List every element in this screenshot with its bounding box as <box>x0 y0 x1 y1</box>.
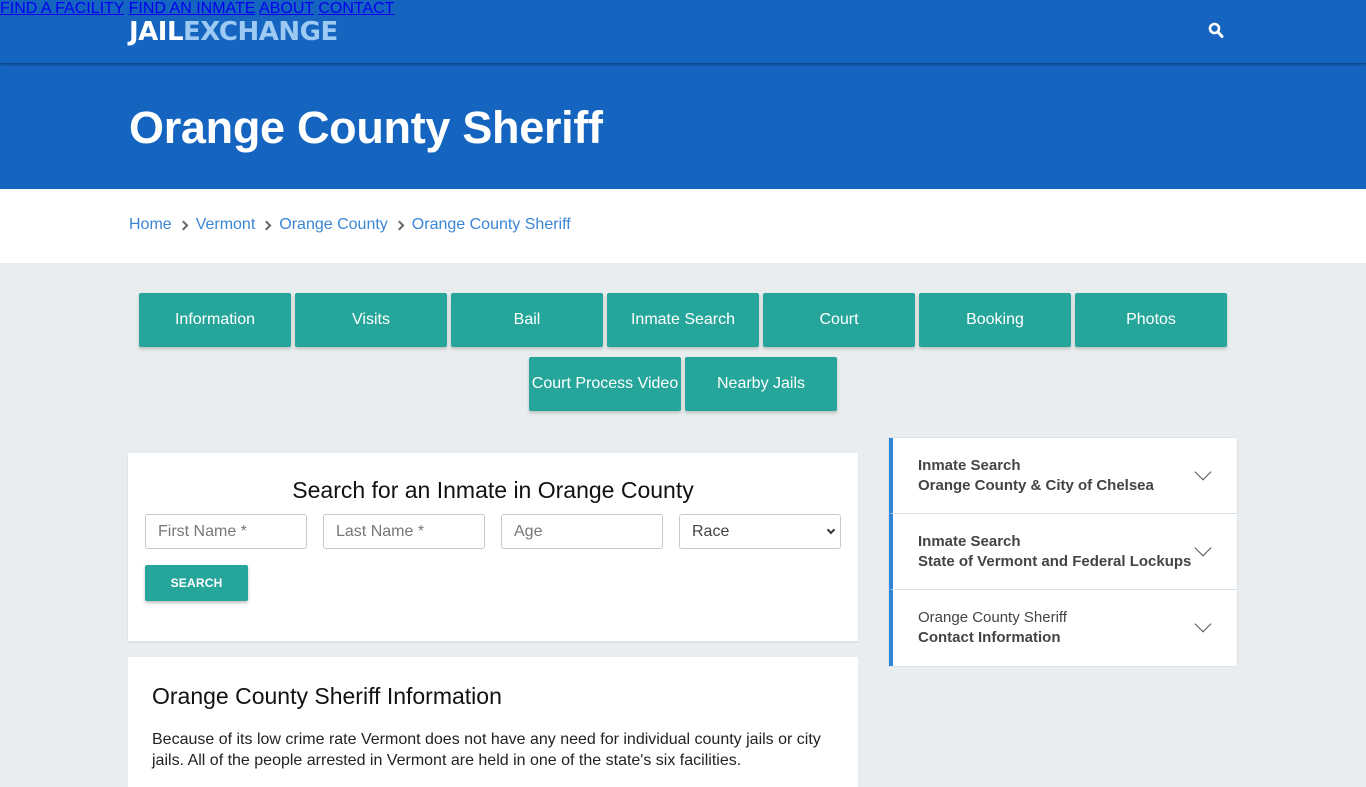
breadcrumb-home[interactable]: Home <box>129 216 172 234</box>
breadcrumb-orange-county[interactable]: Orange County <box>279 216 388 234</box>
tab-booking[interactable]: Booking <box>919 293 1071 347</box>
breadcrumb-vermont[interactable]: Vermont <box>196 216 256 234</box>
breadcrumb: Home Vermont Orange County Orange County… <box>129 216 571 234</box>
tab-information[interactable]: Information <box>139 293 291 347</box>
breadcrumb-bar: Home Vermont Orange County Orange County… <box>0 189 1366 263</box>
last-name-input[interactable] <box>323 514 485 549</box>
search-card-title: Search for an Inmate in Orange County <box>292 477 694 503</box>
chevron-down-icon <box>826 525 836 535</box>
logo-exchange: EXCHANGE <box>183 17 338 47</box>
accordion-item-title: Orange County Sheriff <box>918 609 1067 626</box>
breadcrumb-current[interactable]: Orange County Sheriff <box>412 216 571 234</box>
chevron-down-icon[interactable] <box>1194 539 1212 557</box>
tab-court[interactable]: Court <box>763 293 915 347</box>
accordion-item-county-inmate-search[interactable]: Inmate Search Orange County & City of Ch… <box>889 438 1237 514</box>
accordion-item-subtitle: Orange County & City of Chelsea <box>918 477 1154 494</box>
page-title: Orange County Sheriff <box>129 102 603 153</box>
page-hero: Orange County Sheriff <box>0 64 1366 189</box>
accordion-item-subtitle: State of Vermont and Federal Lockups <box>918 553 1192 570</box>
site-logo[interactable]: JAILEXCHANGE <box>129 15 338 49</box>
inmate-search-card: Search for an Inmate in Orange County Ra… <box>128 453 858 641</box>
search-button[interactable]: SEARCH <box>145 565 248 601</box>
race-select-value: Race <box>692 523 730 540</box>
race-select[interactable]: Race <box>679 514 841 549</box>
chevron-right-icon <box>172 217 196 233</box>
chevron-right-icon <box>255 217 279 233</box>
age-input[interactable] <box>501 514 663 549</box>
accordion-item-contact-information[interactable]: Orange County Sheriff Contact Informatio… <box>889 590 1237 666</box>
accordion-item-title: Inmate Search <box>918 457 1021 474</box>
first-name-input[interactable] <box>145 514 307 549</box>
tab-visits[interactable]: Visits <box>295 293 447 347</box>
info-title: Orange County Sheriff Information <box>152 683 502 709</box>
tab-bail[interactable]: Bail <box>451 293 603 347</box>
tab-court-process-video[interactable]: Court Process Video <box>529 357 681 411</box>
sidebar-accordion: Inmate Search Orange County & City of Ch… <box>888 437 1238 667</box>
tab-photos[interactable]: Photos <box>1075 293 1227 347</box>
top-navbar: JAILEXCHANGE FIND A FACILITY FIND AN INM… <box>0 0 1366 64</box>
info-body: Because of its low crime rate Vermont do… <box>152 731 821 769</box>
nav-find-a-facility[interactable]: FIND A FACILITY <box>0 0 124 17</box>
tab-nearby-jails[interactable]: Nearby Jails <box>685 357 837 411</box>
accordion-item-subtitle: Contact Information <box>918 629 1061 646</box>
logo-jail: JAIL <box>129 17 184 47</box>
tab-inmate-search[interactable]: Inmate Search <box>607 293 759 347</box>
accordion-item-state-inmate-search[interactable]: Inmate Search State of Vermont and Feder… <box>889 514 1237 590</box>
search-icon[interactable] <box>1208 22 1224 40</box>
accordion-item-title: Inmate Search <box>918 533 1021 550</box>
chevron-down-icon[interactable] <box>1194 615 1212 633</box>
chevron-right-icon <box>388 217 412 233</box>
chevron-down-icon[interactable] <box>1194 463 1212 481</box>
